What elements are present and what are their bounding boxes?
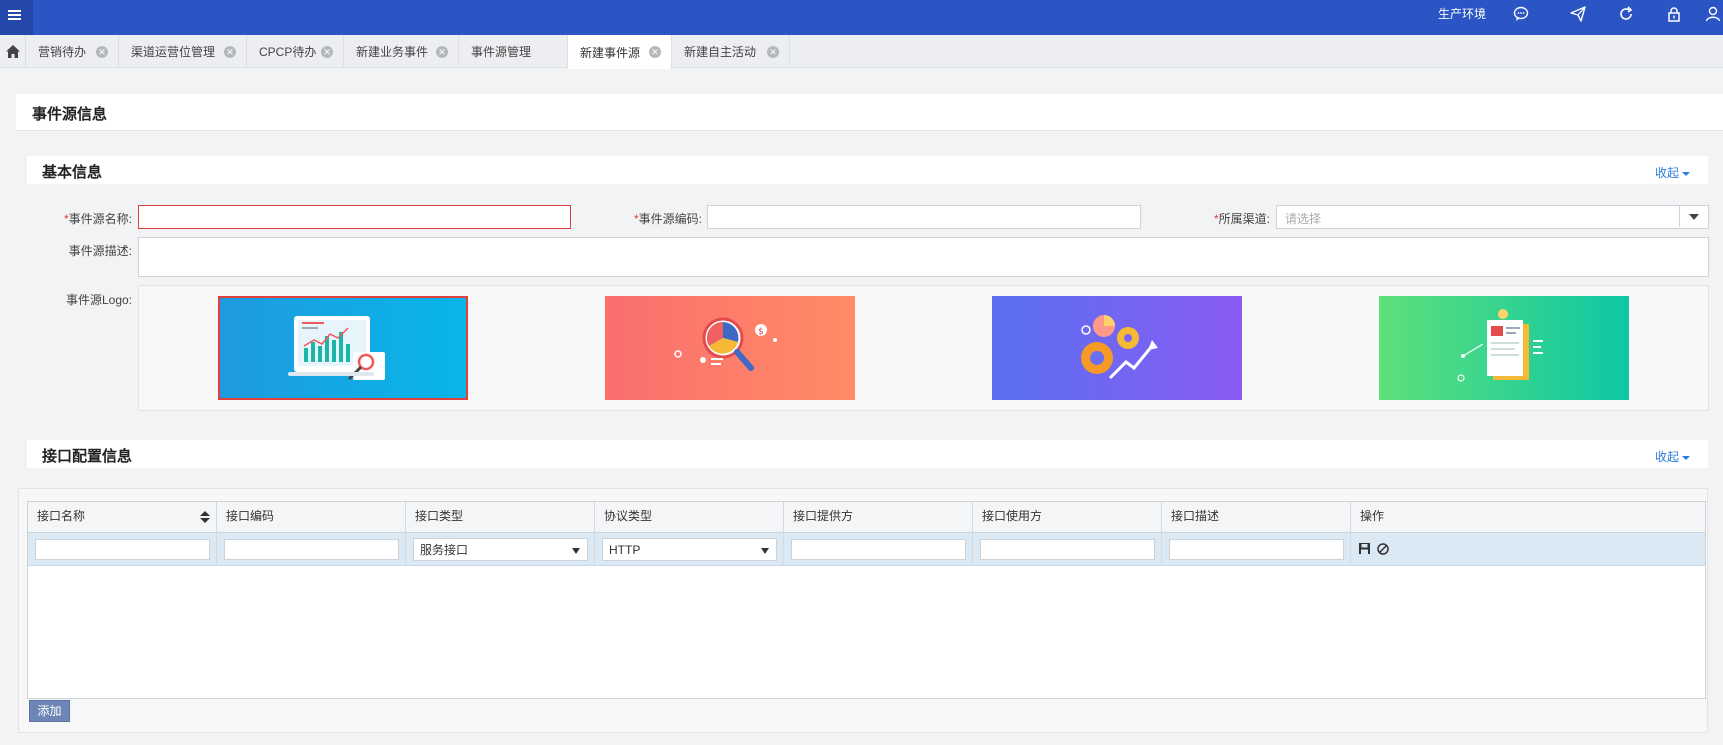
close-icon[interactable]: ✕ [436,46,448,58]
tab-new-event-source[interactable]: 新建事件源 ✕ [568,35,672,69]
message-icon[interactable] [1511,4,1531,24]
logo-option-analytics[interactable] [218,296,468,400]
page-header-panel: 事件源信息 [16,94,1723,131]
environment-label[interactable]: 生产环境 [1438,0,1486,35]
tab-marketing-todo[interactable]: 营销待办 ✕ [26,35,119,68]
tab-bar: 营销待办 ✕ 渠道运营位管理 ✕ CPCP待办 ✕ 新建业务事件 ✕ 事件源管理… [0,35,1723,69]
collapse-toggle[interactable]: 收起 [1655,448,1690,465]
tab-event-source-mgmt[interactable]: 事件源管理 [459,35,568,68]
table-row[interactable]: 服务接口 HTTP [28,533,1705,566]
close-icon[interactable]: ✕ [96,46,108,58]
protocol-type-select[interactable]: HTTP [602,538,777,561]
event-source-desc-label: 事件源描述: [68,244,132,258]
caret-down-icon [1682,171,1690,176]
collapse-toggle[interactable]: 收起 [1655,164,1690,181]
interface-grid: 接口名称 接口编码 接口类型 协议类型 接口提供方 接口使用方 接口描述 操作 … [27,501,1706,699]
home-tab[interactable] [0,35,26,68]
hamburger-menu-button[interactable] [0,0,33,35]
channel-label: *所属渠道: [1213,212,1270,226]
send-icon[interactable] [1568,4,1588,24]
consumer-input[interactable] [980,539,1155,560]
svg-text:$: $ [758,327,764,337]
page-title: 事件源信息 [32,106,108,123]
menu-icon [0,0,33,35]
column-header[interactable]: 接口编码 [217,502,406,533]
channel-select[interactable]: 请选择 [1276,205,1709,229]
section-title: 接口配置信息 [42,448,133,465]
interface-config-header: 接口配置信息 收起 [27,440,1708,468]
column-header[interactable]: 接口描述 [1162,502,1351,533]
event-source-name-input[interactable] [138,205,571,229]
column-header[interactable]: 接口提供方 [784,502,973,533]
tab-channel-slot-mgmt[interactable]: 渠道运营位管理 ✕ [119,35,247,68]
refresh-icon[interactable] [1616,4,1636,24]
column-header[interactable]: 接口类型 [406,502,595,533]
close-icon[interactable]: ✕ [224,46,236,58]
event-source-logo-label: 事件源Logo: [65,293,132,307]
event-source-name-label: *事件源名称: [63,212,132,226]
column-header[interactable]: 接口使用方 [973,502,1162,533]
provider-input[interactable] [791,539,966,560]
logo-option-clipboard[interactable] [1379,296,1629,400]
event-source-code-label: *事件源编码: [633,212,702,226]
dropdown-arrow-icon[interactable] [1679,206,1708,227]
home-icon [5,45,20,58]
lock-icon[interactable] [1664,4,1684,24]
logo-option-gears[interactable] [992,296,1242,400]
basic-info-header: 基本信息 收起 [27,156,1708,184]
close-icon[interactable]: ✕ [649,46,661,58]
logo-picker: $ [138,285,1709,411]
top-navbar: 生产环境 [0,0,1723,35]
user-icon[interactable] [1702,4,1723,24]
add-row-button[interactable]: 添加 [29,700,70,722]
column-header[interactable]: 操作 [1351,502,1705,533]
caret-down-icon [1682,455,1690,460]
event-source-desc-textarea[interactable] [138,237,1709,277]
description-input[interactable] [1169,539,1344,560]
sort-icon[interactable] [200,511,210,523]
save-icon[interactable] [1359,543,1370,554]
column-header[interactable]: 协议类型 [595,502,784,533]
tab-new-business-event[interactable]: 新建业务事件 ✕ [344,35,459,68]
event-source-code-input[interactable] [707,205,1141,229]
cancel-icon[interactable] [1377,543,1389,555]
interface-type-select[interactable]: 服务接口 [413,538,588,561]
section-title: 基本信息 [42,164,103,181]
grid-header: 接口名称 接口编码 接口类型 协议类型 接口提供方 接口使用方 接口描述 操作 [28,502,1705,533]
interface-code-input[interactable] [224,539,399,560]
close-icon[interactable]: ✕ [321,46,333,58]
logo-option-magnifier[interactable]: $ [605,296,855,400]
tab-cpcp-todo[interactable]: CPCP待办 ✕ [247,35,344,68]
tab-new-activity[interactable]: 新建自主活动 ✕ [672,35,790,68]
column-header[interactable]: 接口名称 [28,502,217,533]
close-icon[interactable]: ✕ [767,46,779,58]
interface-name-input[interactable] [35,539,210,560]
interface-grid-container: 接口名称 接口编码 接口类型 协议类型 接口提供方 接口使用方 接口描述 操作 … [18,488,1708,733]
